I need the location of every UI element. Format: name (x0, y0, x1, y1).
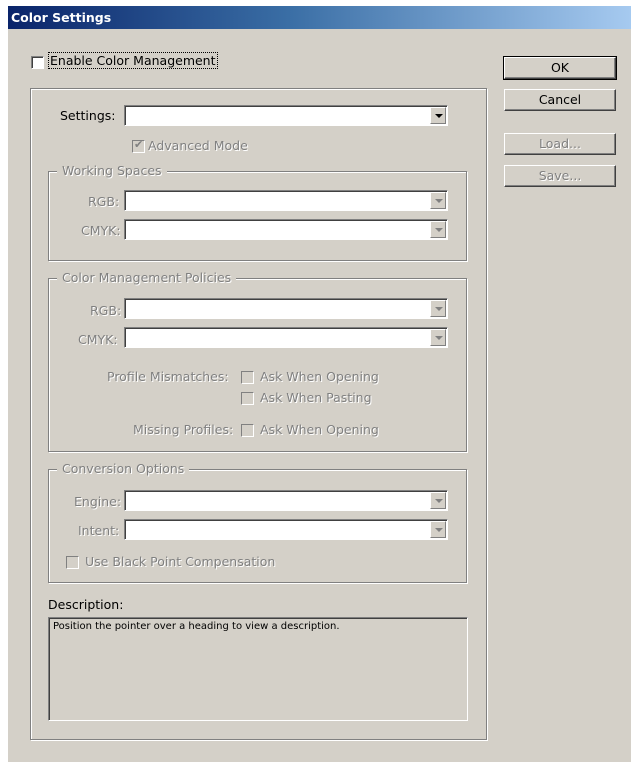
chevron-down-icon[interactable] (430, 329, 446, 346)
chevron-down-icon[interactable] (430, 107, 446, 124)
description-box: Position the pointer over a heading to v… (48, 617, 468, 721)
ask-when-opening-label: Ask When Opening (260, 369, 379, 384)
ask-when-pasting-label: Ask When Pasting (260, 390, 372, 405)
working-spaces-title: Working Spaces (57, 163, 167, 178)
working-cmyk-label: CMYK: (81, 223, 121, 238)
missing-profiles-label: Missing Profiles: (133, 422, 234, 437)
intent-label: Intent: (78, 523, 120, 538)
ask-when-opening-checkbox[interactable] (241, 371, 254, 384)
working-rgb-label: RGB: (88, 194, 120, 209)
advanced-mode-label: Advanced Mode (148, 138, 248, 153)
advanced-mode-checkbox[interactable]: ✔ (132, 138, 145, 153)
working-spaces-group: Working Spaces (48, 163, 467, 261)
description-text: Position the pointer over a heading to v… (53, 621, 340, 632)
chevron-down-icon[interactable] (430, 300, 446, 317)
chevron-down-icon[interactable] (430, 221, 446, 238)
engine-dropdown[interactable] (124, 490, 448, 511)
save-button[interactable]: Save... (504, 165, 616, 187)
description-label: Description: (48, 597, 124, 612)
black-point-compensation-checkbox[interactable] (66, 556, 79, 569)
black-point-compensation-label: Use Black Point Compensation (85, 554, 276, 569)
load-button[interactable]: Load... (504, 133, 616, 155)
policies-cmyk-dropdown[interactable] (124, 327, 448, 348)
missing-ask-when-opening-label: Ask When Opening (260, 422, 379, 437)
working-rgb-dropdown[interactable] (124, 190, 448, 211)
chevron-down-icon[interactable] (430, 192, 446, 209)
working-cmyk-dropdown[interactable] (124, 219, 448, 240)
enable-color-management-label[interactable]: Enable Color Management (48, 52, 218, 69)
conversion-options-title: Conversion Options (57, 461, 190, 476)
policies-rgb-dropdown[interactable] (124, 298, 448, 319)
ok-button[interactable]: OK (503, 56, 617, 80)
color-settings-dialog: Color Settings Enable Color Management O… (8, 6, 631, 762)
window-title: Color Settings (11, 10, 112, 25)
missing-ask-when-opening-checkbox[interactable] (241, 424, 254, 437)
settings-label: Settings: (60, 108, 116, 123)
enable-color-management-checkbox[interactable] (31, 56, 44, 69)
chevron-down-icon[interactable] (430, 492, 446, 509)
policies-cmyk-label: CMYK: (78, 332, 118, 347)
settings-dropdown[interactable] (124, 105, 448, 126)
cancel-button[interactable]: Cancel (504, 89, 616, 111)
policies-title: Color Management Policies (57, 270, 237, 285)
intent-dropdown[interactable] (124, 519, 448, 540)
title-bar[interactable]: Color Settings (8, 6, 631, 29)
engine-label: Engine: (74, 494, 122, 509)
profile-mismatches-label: Profile Mismatches: (107, 369, 229, 384)
policies-rgb-label: RGB: (90, 303, 122, 318)
chevron-down-icon[interactable] (430, 521, 446, 538)
ask-when-pasting-checkbox[interactable] (241, 392, 254, 405)
